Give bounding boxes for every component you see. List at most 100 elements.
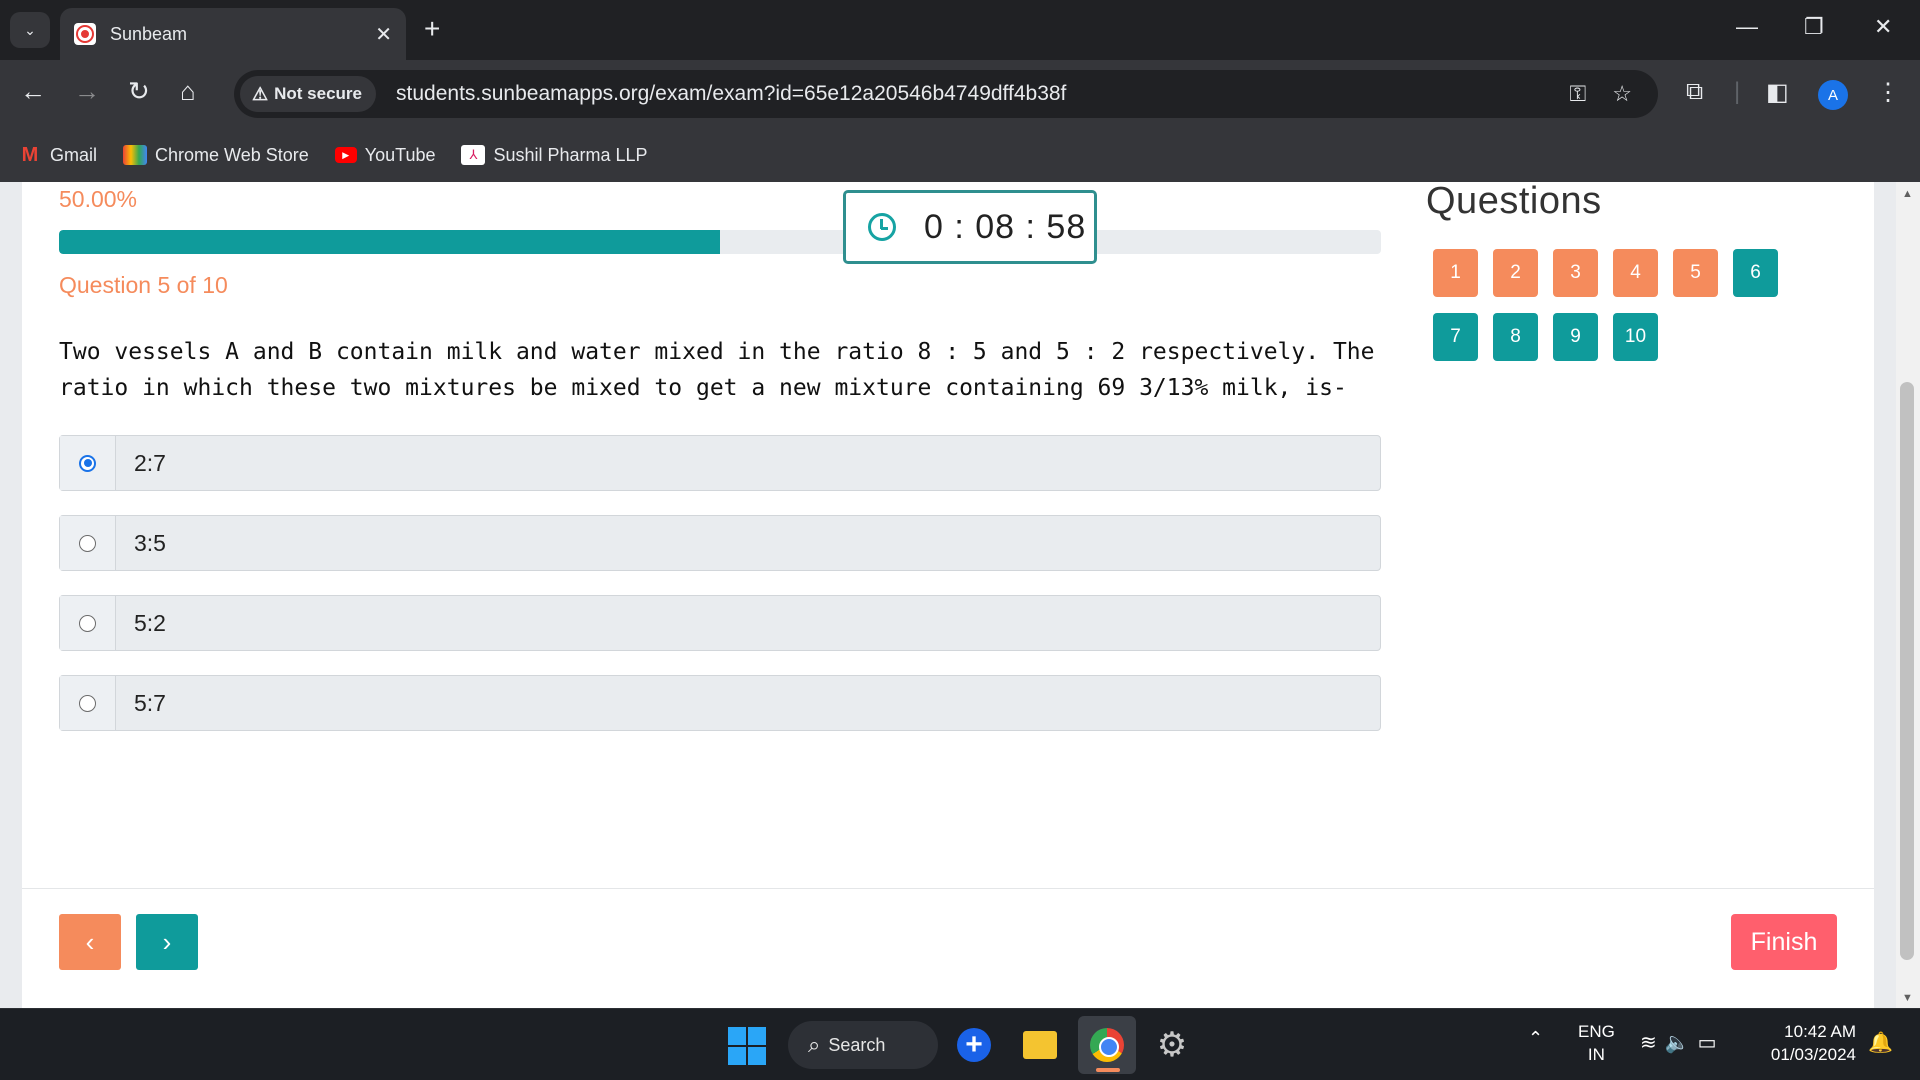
question-button-9[interactable]: 9 [1553, 313, 1598, 361]
restore-icon[interactable]: ❐ [1804, 14, 1824, 40]
security-chip[interactable]: ⚠ Not secure [240, 76, 377, 112]
page-scrollbar[interactable]: ▲ ▼ [1896, 182, 1920, 1008]
home-icon[interactable]: ⌂ [180, 76, 196, 106]
option-radio[interactable] [79, 614, 96, 632]
window-close-icon[interactable]: ✕ [1874, 14, 1892, 40]
chevron-right-icon: › [162, 926, 172, 957]
next-question-button[interactable]: › [136, 914, 198, 970]
answer-option-4[interactable]: 5:7 [59, 675, 1381, 731]
forward-arrow-icon[interactable]: → [74, 76, 100, 106]
password-key-icon[interactable]: ⚿ [1570, 81, 1587, 107]
back-arrow-icon[interactable]: ← [20, 76, 46, 106]
question-button-2[interactable]: 2 [1493, 249, 1538, 297]
taskbar-search[interactable]: ⌕ Search [788, 1021, 938, 1069]
bookmark-label: Chrome Web Store [155, 144, 309, 165]
tray-status-icons[interactable]: ≋🔈▭ [1640, 1030, 1725, 1055]
option-label: 5:7 [134, 689, 166, 716]
browser-tab-sunbeam[interactable]: Sunbeam ✕ [60, 8, 406, 60]
tray-overflow-chevron-icon[interactable]: ⌃ [1528, 1028, 1543, 1049]
question-button-1[interactable]: 1 [1433, 249, 1478, 297]
system-clock[interactable]: 10:42 AM 01/03/2024 [1756, 1020, 1856, 1066]
notification-bell-icon[interactable]: 🔔 [1868, 1030, 1893, 1055]
sushil-pharma-icon: ⅄ [461, 145, 486, 165]
minimize-icon[interactable]: — [1736, 14, 1758, 40]
option-radio[interactable] [79, 454, 96, 472]
youtube-icon: ▶ [334, 147, 357, 163]
bookmark-sushil-pharma[interactable]: ⅄ Sushil Pharma LLP [461, 144, 648, 166]
warning-triangle-icon: ⚠ [252, 83, 269, 104]
option-radio-cell[interactable] [60, 516, 116, 570]
bookmark-label: Sushil Pharma LLP [493, 144, 648, 165]
tab-close-icon[interactable]: ✕ [375, 22, 392, 47]
reload-icon[interactable]: ↻ [128, 76, 150, 106]
bookmark-chrome-web-store[interactable]: Chrome Web Store [123, 145, 309, 166]
gear-icon: ⚙ [1156, 1026, 1188, 1064]
question-button-5[interactable]: 5 [1673, 249, 1718, 297]
answer-option-1[interactable]: 2:7 [59, 435, 1381, 491]
kebab-menu-icon[interactable]: ⋮ [1876, 78, 1900, 107]
footer-divider [22, 888, 1874, 889]
chevron-left-icon: ‹ [85, 926, 95, 957]
scroll-up-arrow-icon[interactable]: ▲ [1902, 188, 1913, 200]
questions-panel-title: Questions [1426, 180, 1602, 222]
browser-toolbar: ← → ↻ ⌂ ⚠ Not secure students.sunbeamapp… [0, 60, 1920, 128]
question-button-6[interactable]: 6 [1733, 249, 1778, 297]
taskbar-search-label: Search [828, 1034, 886, 1055]
answer-option-2[interactable]: 3:5 [59, 515, 1381, 571]
url-text[interactable]: students.sunbeamapps.org/exam/exam?id=65… [396, 82, 1570, 106]
scroll-down-arrow-icon[interactable]: ▼ [1902, 992, 1913, 1004]
wifi-icon: ≋ [1640, 1032, 1665, 1054]
question-button-7[interactable]: 7 [1433, 313, 1478, 361]
timer-text: 0 : 08 : 58 [924, 207, 1087, 246]
taskbar-file-explorer[interactable] [1018, 1023, 1062, 1067]
bookmark-gmail[interactable]: M Gmail [18, 143, 98, 166]
option-radio-cell[interactable] [60, 596, 116, 650]
finish-button[interactable]: Finish [1731, 914, 1837, 970]
exam-page: 50.00% 0 : 08 : 58 Question 5 of 10 Two … [22, 180, 1874, 1008]
side-panel-icon[interactable]: ◧ [1766, 78, 1789, 107]
question-button-10[interactable]: 10 [1613, 313, 1658, 361]
language-indicator[interactable]: ENG IN [1578, 1020, 1615, 1066]
scrollbar-thumb[interactable] [1900, 382, 1914, 960]
option-radio-cell[interactable] [60, 436, 116, 490]
exam-timer: 0 : 08 : 58 [843, 190, 1097, 264]
bookmark-youtube[interactable]: ▶ YouTube [334, 144, 436, 166]
clock-date: 01/03/2024 [1770, 1045, 1856, 1064]
taskbar-settings[interactable]: ⚙ [1150, 1023, 1194, 1067]
option-radio-cell[interactable] [60, 676, 116, 730]
toolbar-divider: | [1734, 78, 1741, 105]
taskbar-app-plus[interactable]: + [952, 1023, 996, 1067]
question-text: Two vessels A and B contain milk and wat… [59, 339, 1375, 401]
chrome-web-store-icon [123, 145, 148, 165]
browser-tab-strip: ⌄ Sunbeam ✕ + — ❐ ✕ [0, 0, 1920, 60]
bookmark-star-icon[interactable]: ☆ [1612, 81, 1632, 107]
progress-bar-fill [59, 230, 720, 254]
bookmark-label: YouTube [364, 144, 436, 165]
progress-bar [59, 230, 1381, 254]
question-button-8[interactable]: 8 [1493, 313, 1538, 361]
option-label: 2:7 [134, 449, 166, 476]
volume-icon: 🔈 [1664, 1032, 1698, 1054]
security-label: Not secure [274, 84, 363, 103]
windows-taskbar: ⌕ Search + ⚙ [0, 1008, 1920, 1080]
profile-avatar[interactable]: A [1818, 80, 1848, 110]
option-radio[interactable] [79, 694, 96, 712]
taskbar-chrome[interactable] [1078, 1016, 1136, 1074]
extensions-puzzle-icon[interactable]: ⧉ [1686, 78, 1703, 106]
option-radio[interactable] [79, 534, 96, 552]
new-tab-button[interactable]: + [424, 14, 440, 44]
clock-time: 10:42 AM [1784, 1022, 1856, 1041]
question-button-4[interactable]: 4 [1613, 249, 1658, 297]
clock-icon [868, 213, 896, 241]
previous-question-button[interactable]: ‹ [59, 914, 121, 970]
gmail-icon: M [21, 143, 39, 166]
bookmark-label: Gmail [50, 144, 98, 165]
windows-start-icon[interactable] [728, 1027, 766, 1065]
folder-icon [1023, 1031, 1057, 1059]
address-bar[interactable]: ⚠ Not secure students.sunbeamapps.org/ex… [234, 70, 1658, 118]
question-button-3[interactable]: 3 [1553, 249, 1598, 297]
language-code: ENG [1578, 1022, 1615, 1041]
answer-option-3[interactable]: 5:2 [59, 595, 1381, 651]
tab-search-button[interactable]: ⌄ [10, 12, 50, 48]
battery-icon: ▭ [1697, 1032, 1725, 1054]
